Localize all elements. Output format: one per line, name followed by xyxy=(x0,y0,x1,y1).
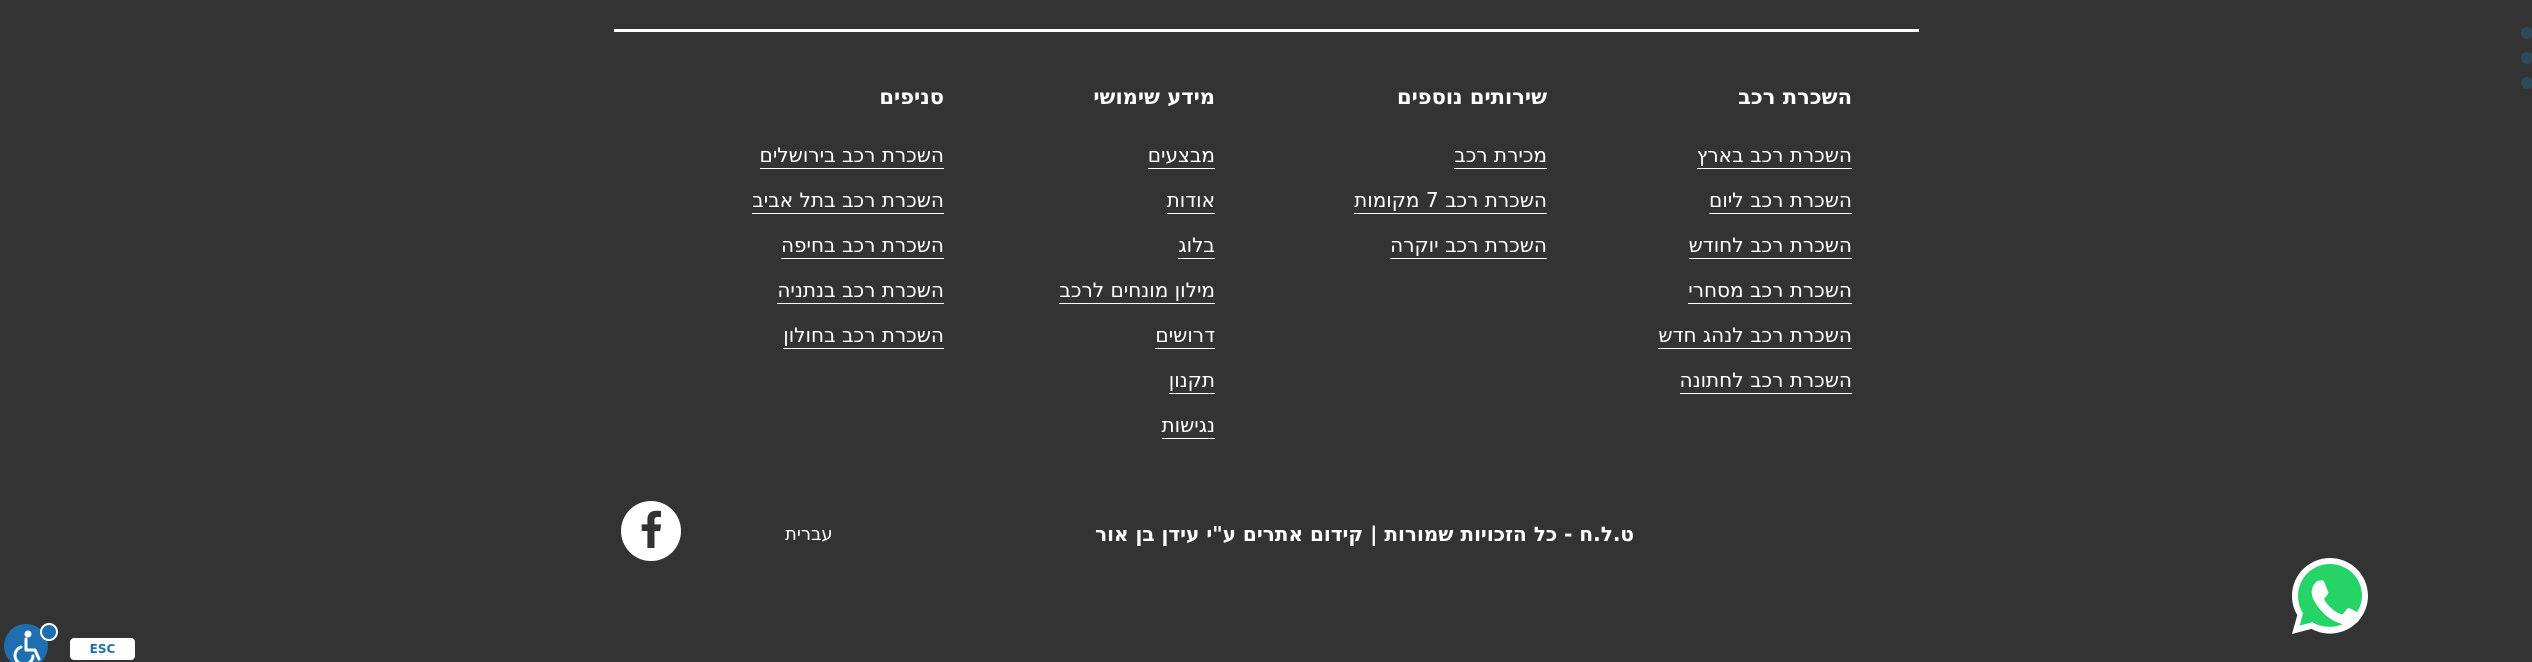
accessibility-icon xyxy=(4,630,48,662)
footer-link[interactable]: השכרת רכב בנתניה xyxy=(777,278,944,304)
footer-column-useful-info: מידע שימושי מבצעים אודות בלוג מילון מונח… xyxy=(1059,82,1215,455)
footer-link[interactable]: השכרת רכב מסחרי xyxy=(1688,278,1852,304)
footer-link[interactable]: תקנון xyxy=(1168,368,1215,394)
scroll-dot[interactable] xyxy=(2521,52,2532,64)
footer-link[interactable]: מכירת רכב xyxy=(1454,143,1547,169)
footer-column-additional-services: שירותים נוספים מכירת רכב השכרת רכב 7 מקו… xyxy=(1354,82,1547,275)
whatsapp-button[interactable] xyxy=(2288,554,2372,638)
footer-link[interactable]: השכרת רכב לחודש xyxy=(1688,233,1852,259)
language-selector[interactable]: עברית xyxy=(785,524,833,545)
column-heading: מידע שימושי xyxy=(1093,85,1215,109)
list-item: השכרת רכב ליום xyxy=(1658,185,1852,230)
check-icon xyxy=(40,623,58,641)
column-heading: סניפים xyxy=(879,85,944,109)
footer-link[interactable]: השכרת רכב ליום xyxy=(1709,188,1852,214)
footer-link[interactable]: אודות xyxy=(1166,188,1215,214)
footer-link[interactable]: דרושים xyxy=(1155,323,1215,349)
list-item: השכרת רכב בירושלים xyxy=(752,140,944,185)
footer-link[interactable]: השכרת רכב בירושלים xyxy=(759,143,944,169)
list-item: השכרת רכב מסחרי xyxy=(1658,275,1852,320)
footer-link[interactable]: השכרת רכב יוקרה xyxy=(1390,233,1547,259)
list-item: מכירת רכב xyxy=(1354,140,1547,185)
list-item: השכרת רכב לנהג חדש xyxy=(1658,320,1852,365)
footer-link[interactable]: השכרת רכב בארץ xyxy=(1696,143,1852,169)
column-links: מבצעים אודות בלוג מילון מונחים לרכב דרוש… xyxy=(1059,140,1215,455)
footer-divider xyxy=(614,29,1919,32)
footer-column-branches: סניפים השכרת רכב בירושלים השכרת רכב בתל … xyxy=(752,82,944,365)
footer-link[interactable]: מילון מונחים לרכב xyxy=(1059,278,1215,304)
footer: השכרת רכב השכרת רכב בארץ השכרת רכב ליום … xyxy=(0,0,2532,662)
list-item: אודות xyxy=(1059,185,1215,230)
footer-link[interactable]: השכרת רכב לנהג חדש xyxy=(1658,323,1852,349)
list-item: השכרת רכב בתל אביב xyxy=(752,185,944,230)
esc-button[interactable]: ESC xyxy=(70,638,135,660)
column-heading: שירותים נוספים xyxy=(1396,85,1547,109)
list-item: השכרת רכב לחתונה xyxy=(1658,365,1852,410)
list-item: בלוג xyxy=(1059,230,1215,275)
scroll-dot[interactable] xyxy=(2521,27,2532,39)
page-scroll-dots xyxy=(2521,27,2532,102)
facebook-button[interactable] xyxy=(621,501,681,561)
footer-link[interactable]: בלוג xyxy=(1178,233,1215,259)
footer-link[interactable]: השכרת רכב 7 מקומות xyxy=(1354,188,1547,214)
footer-link[interactable]: השכרת רכב לחתונה xyxy=(1679,368,1852,394)
list-item: תקנון xyxy=(1059,365,1215,410)
list-item: השכרת רכב בחולון xyxy=(752,320,944,365)
list-item: השכרת רכב יוקרה xyxy=(1354,230,1547,275)
list-item: נגישות xyxy=(1059,410,1215,455)
list-item: השכרת רכב בנתניה xyxy=(752,275,944,320)
column-heading: השכרת רכב xyxy=(1738,85,1852,109)
footer-link[interactable]: השכרת רכב בתל אביב xyxy=(752,188,944,214)
whatsapp-icon xyxy=(2288,558,2372,642)
footer-link[interactable]: מבצעים xyxy=(1147,143,1215,169)
footer-link[interactable]: נגישות xyxy=(1161,413,1215,439)
column-links: מכירת רכב השכרת רכב 7 מקומות השכרת רכב י… xyxy=(1354,140,1547,275)
list-item: השכרת רכב לחודש xyxy=(1658,230,1852,275)
list-item: השכרת רכב בארץ xyxy=(1658,140,1852,185)
copyright-text: ט.ל.ח - כל הזכויות שמורות | קידום אתרים … xyxy=(1095,522,1634,546)
list-item: מבצעים xyxy=(1059,140,1215,185)
list-item: מילון מונחים לרכב xyxy=(1059,275,1215,320)
facebook-icon xyxy=(640,510,662,552)
footer-link[interactable]: השכרת רכב בחיפה xyxy=(780,233,944,259)
footer-column-car-rental: השכרת רכב השכרת רכב בארץ השכרת רכב ליום … xyxy=(1658,82,1852,410)
list-item: השכרת רכב 7 מקומות xyxy=(1354,185,1547,230)
column-links: השכרת רכב בארץ השכרת רכב ליום השכרת רכב … xyxy=(1658,140,1852,410)
footer-link[interactable]: השכרת רכב בחולון xyxy=(783,323,944,349)
column-links: השכרת רכב בירושלים השכרת רכב בתל אביב הש… xyxy=(752,140,944,365)
list-item: דרושים xyxy=(1059,320,1215,365)
list-item: השכרת רכב בחיפה xyxy=(752,230,944,275)
scroll-dot[interactable] xyxy=(2521,77,2532,89)
